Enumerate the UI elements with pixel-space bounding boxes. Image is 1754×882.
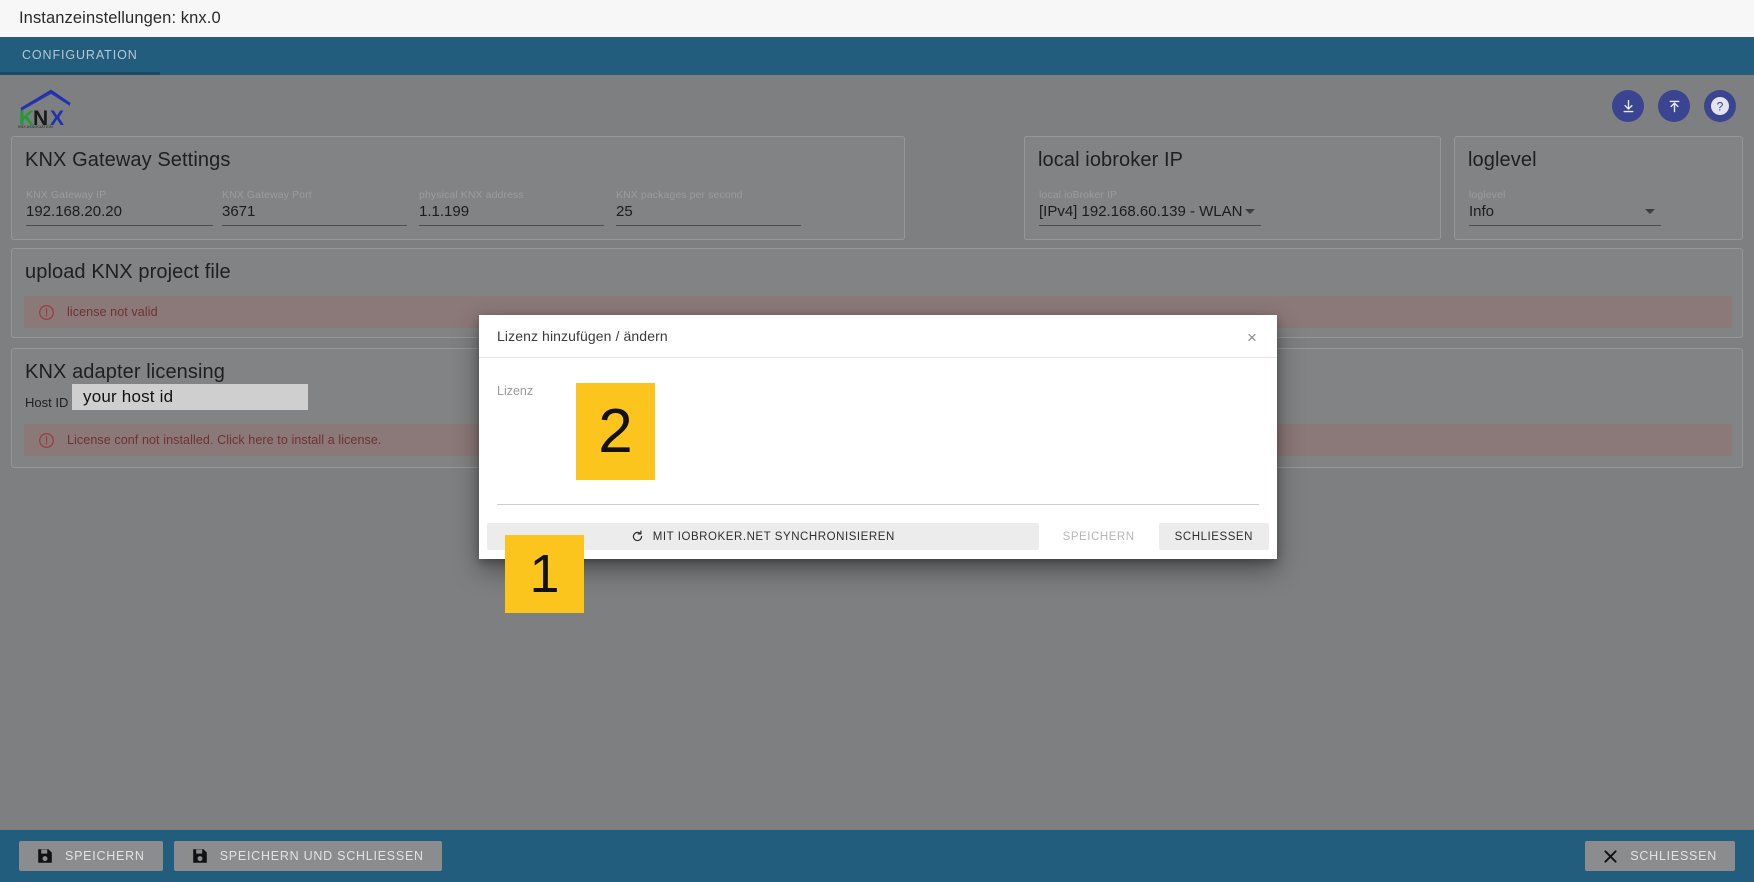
svg-text:X: X [50, 107, 64, 127]
field-knx-gateway-port[interactable]: KNX Gateway Port 3671 [222, 189, 407, 226]
panel-local-iobroker-ip: local iobroker IP local ioBroker IP [IPv… [1024, 136, 1441, 240]
panel-title-licensing: KNX adapter licensing [25, 361, 225, 383]
label-knx-packages-per-second: KNX packages per second [616, 189, 743, 201]
refresh-icon [632, 530, 642, 542]
dialog-footer: MIT IOBROKER.NET SYNCHRONISIEREN SPEICHE… [479, 515, 1277, 558]
toolbar-actions: ? [1612, 90, 1736, 122]
panel-title-loglevel: loglevel [1468, 149, 1537, 171]
field-physical-knx-address[interactable]: physical KNX address 1.1.199 [419, 189, 604, 226]
label-physical-knx-address: physical KNX address [419, 189, 524, 201]
save-floppy-icon [37, 848, 53, 864]
label-loglevel: loglevel [1469, 189, 1506, 201]
panel-loglevel: loglevel loglevel Info [1454, 136, 1743, 240]
save-and-close-button[interactable]: SPEICHERN UND SCHLIESSEN [173, 841, 442, 871]
host-id-label: Host ID : [25, 395, 76, 410]
svg-text:N: N [33, 107, 48, 127]
app-root: Instanzeinstellungen: knx.0 CONFIGURATIO… [0, 0, 1754, 882]
panel-knx-gateway-settings: KNX Gateway Settings KNX Gateway IP 192.… [11, 136, 905, 240]
dialog-header: Lizenz hinzufügen / ändern × [479, 315, 1277, 358]
window-titlebar: Instanzeinstellungen: knx.0 [0, 0, 1754, 37]
bottom-toolbar: SPEICHERN SPEICHERN UND SCHLIESSEN SCHLI… [0, 830, 1754, 882]
panel-title-local-ip: local iobroker IP [1038, 149, 1184, 171]
chevron-down-icon[interactable] [1245, 209, 1255, 214]
value-local-iobroker-ip: [IPv4] 192.168.60.139 - WLAN [1039, 203, 1243, 220]
error-circle-icon [39, 432, 54, 448]
dialog-close-label: SCHLIESSEN [1174, 530, 1253, 543]
knx-logo-icon: K N X [19, 89, 71, 130]
label-knx-gateway-port: KNX Gateway Port [222, 189, 312, 201]
underline [26, 225, 213, 226]
underline [1039, 225, 1261, 226]
download-icon[interactable] [1612, 90, 1644, 122]
upload-icon[interactable] [1658, 90, 1690, 122]
close-icon[interactable]: × [1241, 326, 1263, 348]
close-button-label: SCHLIESSEN [1630, 849, 1717, 863]
value-knx-gateway-ip: 192.168.20.20 [26, 203, 122, 220]
save-button[interactable]: SPEICHERN [19, 841, 163, 871]
license-field-label: Lizenz [497, 384, 534, 398]
upload-glyph [1669, 100, 1679, 112]
annotation-badge-2: 2 [576, 383, 655, 480]
label-knx-gateway-ip: KNX Gateway IP [26, 189, 107, 201]
host-id-value[interactable]: your host id [72, 384, 308, 410]
dialog-save-button[interactable]: SPEICHERN [1044, 523, 1153, 550]
error-circle-icon [39, 304, 54, 320]
value-knx-gateway-port: 3671 [222, 203, 256, 220]
panel-title-gateway: KNX Gateway Settings [25, 149, 231, 171]
value-physical-knx-address: 1.1.199 [419, 203, 470, 220]
help-glyph: ? [1711, 97, 1729, 115]
tab-configuration[interactable]: CONFIGURATION [0, 37, 160, 75]
underline [1469, 225, 1661, 226]
label-local-iobroker-ip: local ioBroker IP [1039, 189, 1118, 201]
select-loglevel[interactable]: loglevel Info [1469, 189, 1661, 226]
value-loglevel: Info [1469, 203, 1495, 220]
page-title: Instanzeinstellungen: knx.0 [19, 9, 221, 27]
alert-text: license not valid [67, 305, 158, 319]
select-local-iobroker-ip[interactable]: local ioBroker IP [IPv4] 192.168.60.139 … [1039, 189, 1261, 226]
underline [222, 225, 407, 226]
field-knx-gateway-ip[interactable]: KNX Gateway IP 192.168.20.20 [26, 189, 213, 226]
license-input[interactable] [497, 504, 1259, 505]
knx-logo-tagline: KNX ASSOCIATION [18, 125, 53, 129]
underline [419, 225, 604, 226]
field-knx-packages-per-second[interactable]: KNX packages per second 25 [616, 189, 801, 226]
svg-text:?: ? [1717, 100, 1724, 114]
download-glyph [1623, 99, 1633, 112]
sync-button-label: MIT IOBROKER.NET SYNCHRONISIEREN [652, 530, 895, 543]
dialog-title: Lizenz hinzufügen / ändern [497, 328, 668, 344]
svg-text:K: K [19, 107, 34, 127]
dialog-save-label: SPEICHERN [1062, 530, 1135, 543]
underline [616, 225, 801, 226]
help-icon[interactable]: ? [1704, 90, 1736, 122]
alert-text: License conf not installed. Click here t… [67, 433, 382, 447]
panel-title-upload-project: upload KNX project file [25, 261, 231, 283]
save-button-label: SPEICHERN [65, 849, 145, 863]
tab-bar: CONFIGURATION [0, 37, 1754, 75]
close-x-icon [1603, 849, 1618, 864]
save-and-close-button-label: SPEICHERN UND SCHLIESSEN [219, 849, 424, 863]
close-button[interactable]: SCHLIESSEN [1585, 841, 1735, 871]
knx-logo: K N X KNX ASSOCIATION [18, 87, 78, 133]
value-knx-packages-per-second: 25 [616, 203, 633, 220]
save-floppy-icon [192, 848, 208, 864]
chevron-down-icon[interactable] [1645, 209, 1655, 214]
annotation-badge-1: 1 [505, 535, 584, 613]
dialog-close-button[interactable]: SCHLIESSEN [1158, 523, 1269, 550]
